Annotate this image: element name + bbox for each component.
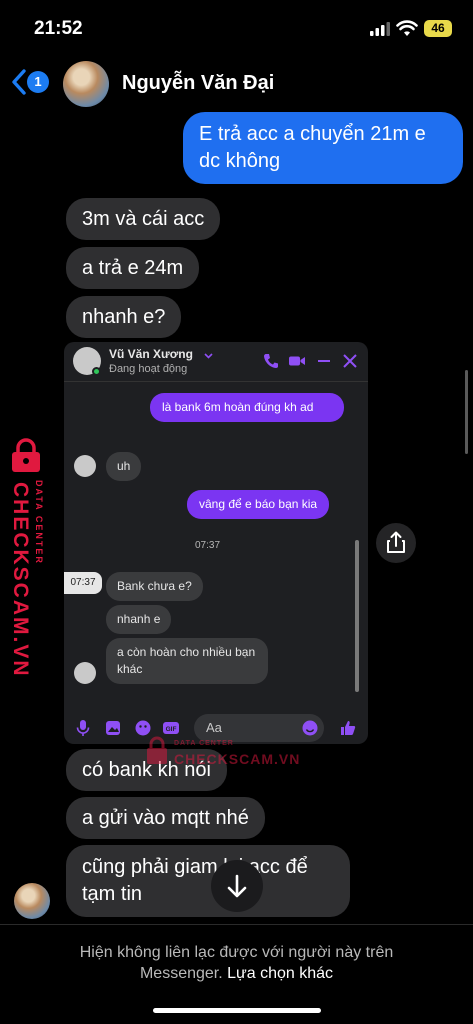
svg-text:GIF: GIF bbox=[166, 726, 177, 733]
embedded-sent-message: vâng để e báo bạn kia bbox=[187, 490, 330, 519]
watermark-checkscam: CHECKSCAM.VN DATA CENTER bbox=[2, 438, 60, 678]
embedded-timestamp: 07:37 bbox=[195, 540, 221, 551]
embedded-sent-message: là bank 6m hoàn đúng kh ad bbox=[150, 393, 344, 422]
page-scrollbar[interactable] bbox=[465, 370, 468, 454]
embedded-scrollbar bbox=[355, 540, 359, 692]
sender-avatar[interactable] bbox=[14, 883, 50, 919]
watermark-checkscam-center: DATA CENTER CHECKSCAM.VN bbox=[144, 734, 299, 774]
emoji-icon bbox=[302, 720, 318, 736]
close-icon bbox=[343, 354, 357, 368]
embedded-status: Đang hoạt động bbox=[109, 363, 188, 375]
embedded-screenshot-image[interactable]: Vũ Văn Xương Đang hoạt động là bank 6m h… bbox=[64, 342, 368, 744]
received-message-bubble[interactable]: cũng phải giam lại acc để tạm tin bbox=[66, 845, 350, 917]
home-indicator[interactable] bbox=[153, 1008, 321, 1013]
back-chevron-icon[interactable] bbox=[10, 68, 28, 96]
watermark-subtitle: DATA CENTER bbox=[174, 740, 234, 747]
received-message-bubble[interactable]: 3m và cái acc bbox=[66, 198, 221, 240]
unread-count-badge[interactable]: 1 bbox=[27, 71, 49, 93]
arrow-down-icon bbox=[227, 874, 247, 898]
share-button[interactable] bbox=[376, 523, 416, 563]
chevron-down-icon bbox=[204, 353, 213, 359]
sent-message-bubble[interactable]: E trả acc a chuyển 21m e dc không bbox=[183, 112, 463, 184]
received-message-bubble[interactable]: a trả e 24m bbox=[66, 247, 200, 289]
phone-icon bbox=[264, 354, 278, 368]
video-call-icon bbox=[289, 356, 305, 366]
lock-icon bbox=[12, 438, 40, 472]
embedded-time-tooltip: 07:37 bbox=[64, 572, 102, 594]
share-icon bbox=[387, 531, 405, 553]
embedded-received-message: a còn hoàn cho nhiều bạn khác bbox=[106, 638, 268, 684]
embedded-chat-header: Vũ Văn Xương Đang hoạt động bbox=[64, 342, 368, 382]
battery-icon: 46 bbox=[424, 20, 452, 37]
lock-icon bbox=[147, 736, 167, 764]
minimize-icon bbox=[318, 360, 330, 362]
wifi-icon bbox=[396, 20, 418, 36]
embedded-received-message: uh bbox=[106, 452, 142, 481]
embedded-contact-name: Vũ Văn Xương bbox=[109, 347, 193, 361]
thumbs-up-icon bbox=[341, 721, 356, 735]
chat-header: 1 Nguyễn Văn Đại bbox=[0, 56, 473, 112]
unavailable-notice: Hiện không liên lạc được với người này t… bbox=[40, 942, 433, 984]
contact-name[interactable]: Nguyễn Văn Đại bbox=[122, 72, 274, 95]
image-icon bbox=[106, 721, 120, 735]
watermark-brand: CHECKSCAM.VN bbox=[9, 482, 32, 678]
microphone-icon bbox=[76, 720, 90, 736]
other-options-link[interactable]: Lựa chọn khác bbox=[227, 965, 333, 982]
contact-avatar[interactable] bbox=[63, 61, 109, 107]
footer-divider bbox=[0, 924, 473, 925]
online-dot-icon bbox=[92, 367, 101, 376]
watermark-brand: CHECKSCAM.VN bbox=[174, 751, 301, 767]
status-time: 21:52 bbox=[34, 18, 83, 39]
signal-icon bbox=[370, 22, 390, 36]
embedded-received-message: Bank chưa e? bbox=[106, 572, 203, 601]
embedded-received-message: nhanh e bbox=[106, 605, 172, 634]
received-message-bubble[interactable]: nhanh e? bbox=[66, 296, 182, 338]
embedded-avatar-small bbox=[74, 662, 96, 684]
received-message-bubble[interactable]: a gửi vào mqtt nhé bbox=[66, 797, 265, 839]
scroll-to-bottom-button[interactable] bbox=[211, 860, 263, 912]
watermark-subtitle: DATA CENTER bbox=[34, 480, 44, 565]
status-bar: 21:52 46 bbox=[0, 0, 473, 52]
embedded-avatar-small bbox=[74, 455, 96, 477]
